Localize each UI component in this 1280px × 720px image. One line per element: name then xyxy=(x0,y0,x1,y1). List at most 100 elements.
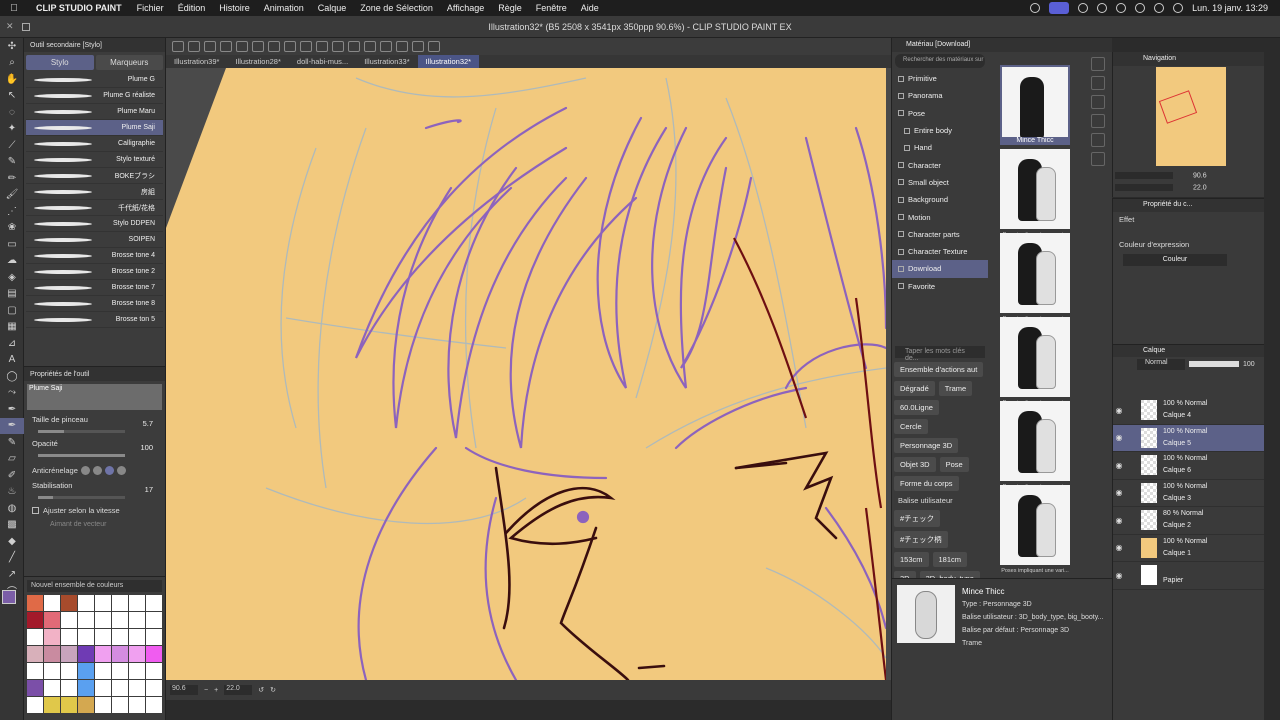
panel-icon-6[interactable] xyxy=(1091,152,1105,166)
color-swatch[interactable] xyxy=(146,595,162,611)
wifi-icon[interactable] xyxy=(1116,3,1127,13)
line-fix-icon[interactable]: ⤳ xyxy=(0,385,24,402)
material-thumbnail[interactable]: Poses impliquant une vari... xyxy=(1000,485,1070,574)
tag-button[interactable]: Forme du corps xyxy=(894,476,959,491)
user-tag-button[interactable]: #チェック柄 xyxy=(894,531,948,548)
move-icon[interactable]: ✣ xyxy=(0,38,24,55)
tag-button[interactable]: 60.0Ligne xyxy=(894,400,939,415)
pen-tool-icon[interactable]: ✒ xyxy=(0,401,24,418)
panel-icon-3[interactable] xyxy=(1091,95,1105,109)
navigator-zoom[interactable]: 90.6 xyxy=(1193,172,1207,179)
tag-button[interactable]: Dégradé xyxy=(894,381,935,396)
search-icon[interactable] xyxy=(1135,3,1146,13)
material-tree-item[interactable]: Motion xyxy=(892,208,988,225)
fill-icon[interactable]: ◈ xyxy=(0,269,24,286)
gradient-icon[interactable]: ▤ xyxy=(0,286,24,303)
tag-button[interactable]: Cercle xyxy=(894,419,928,434)
color-swatch[interactable] xyxy=(78,646,94,662)
app-icon[interactable] xyxy=(172,41,184,52)
menu-fenetre[interactable]: Fenêtre xyxy=(529,3,574,13)
eye-icon[interactable]: ◉ xyxy=(1113,516,1125,525)
stabilization-value[interactable]: 17 xyxy=(145,485,153,494)
color-swatch[interactable] xyxy=(61,697,77,713)
clear-icon[interactable] xyxy=(268,41,280,52)
speed-adjust-row[interactable]: Ajuster selon la vitesse xyxy=(24,503,165,517)
tab-illustration33[interactable]: Illustration33* xyxy=(356,55,417,68)
frame-icon[interactable]: ▦ xyxy=(0,319,24,336)
stabilization-row[interactable]: Stabilisation 17 xyxy=(24,479,165,503)
material-tree-item[interactable]: Small object xyxy=(892,174,988,191)
main-color-swatch[interactable] xyxy=(2,590,16,604)
material-tree-item[interactable]: Character Texture xyxy=(892,243,988,260)
brush-item[interactable]: Calligraphie xyxy=(26,136,163,152)
color-swatch[interactable] xyxy=(61,629,77,645)
material-tree-item[interactable]: Background xyxy=(892,191,988,208)
eye-icon[interactable]: ◉ xyxy=(1113,406,1125,415)
pen-icon[interactable]: ✎ xyxy=(0,154,24,171)
eyedropper-icon[interactable]: ⟋ xyxy=(0,137,24,154)
siri-icon[interactable] xyxy=(1173,3,1184,13)
material-tree-item[interactable]: Character parts xyxy=(892,226,988,243)
menu-animation[interactable]: Animation xyxy=(257,3,311,13)
fill-command-icon[interactable] xyxy=(284,41,296,52)
tab-illustration28[interactable]: Illustration28* xyxy=(227,55,288,68)
eye-icon[interactable]: ◉ xyxy=(1113,433,1125,442)
pencil-icon[interactable]: ✏ xyxy=(0,170,24,187)
menu-fichier[interactable]: Fichier xyxy=(130,3,171,13)
layer-opacity-value[interactable]: 100 xyxy=(1243,361,1255,368)
brush-item[interactable]: SOIPEN xyxy=(26,232,163,248)
navigator-preview[interactable] xyxy=(1156,67,1226,166)
menu-calque[interactable]: Calque xyxy=(311,3,354,13)
lasso-icon[interactable]: ◌ xyxy=(0,104,24,121)
maximize-icon[interactable] xyxy=(22,22,30,31)
color-swatch[interactable] xyxy=(95,629,111,645)
material-thumbnail[interactable]: Mince Thicc xyxy=(1000,65,1070,145)
screen-mirror-icon[interactable] xyxy=(1049,2,1070,14)
brush-item[interactable]: Brosse tone 4 xyxy=(26,248,163,264)
panel-icon-1[interactable] xyxy=(1091,57,1105,71)
pen-alt-icon[interactable]: ✎ xyxy=(0,434,24,451)
material-tree-item[interactable]: Entire body xyxy=(892,122,988,139)
colorset-select[interactable]: Nouvel ensemble de couleurs xyxy=(27,580,162,592)
tag-button[interactable]: Trame xyxy=(938,381,973,396)
brush-item[interactable]: Stylo texturé xyxy=(26,152,163,168)
ink-icon[interactable]: ♨ xyxy=(0,484,24,501)
color-swatch[interactable] xyxy=(112,595,128,611)
brush-item[interactable]: Plume Maru xyxy=(26,104,163,120)
color-swatch[interactable] xyxy=(95,680,111,696)
color-swatch[interactable] xyxy=(112,680,128,696)
brush-item[interactable]: Plume G réaliste xyxy=(26,88,163,104)
navigator-rotation-row[interactable]: 22.0 xyxy=(1115,184,1207,191)
color-swatch[interactable] xyxy=(78,680,94,696)
stabilization-slider[interactable] xyxy=(38,496,125,499)
layer-row[interactable]: ◉ 100 % Normal Calque 1 xyxy=(1113,535,1280,562)
color-swatch[interactable] xyxy=(61,646,77,662)
snap-grid-icon[interactable] xyxy=(380,41,392,52)
layer-row[interactable]: ◉ 100 % Normal Calque 4 xyxy=(1113,397,1280,425)
blend-icon[interactable]: ☁ xyxy=(0,253,24,270)
material-tree-item[interactable]: Pose xyxy=(892,105,988,122)
opacity-row[interactable]: Opacité 100 xyxy=(24,437,165,461)
balloon-icon[interactable]: ◯ xyxy=(0,368,24,385)
ruler-icon[interactable]: ⊿ xyxy=(0,335,24,352)
tab-doll-habi[interactable]: doll-habi-mus... xyxy=(289,55,356,68)
panel-icon-4[interactable] xyxy=(1091,114,1105,128)
material-tree-item[interactable]: Favorite xyxy=(892,278,988,295)
brush-item[interactable]: Plume G xyxy=(26,72,163,88)
menu-edition[interactable]: Édition xyxy=(171,3,213,13)
new-file-icon[interactable] xyxy=(188,41,200,52)
color-swatch[interactable] xyxy=(129,646,145,662)
color-swatch[interactable] xyxy=(78,697,94,713)
color-indicator[interactable] xyxy=(0,588,24,618)
rotation-field[interactable]: 22.0 xyxy=(224,685,253,695)
zoom-icon[interactable]: ⌕ xyxy=(0,55,24,72)
tag-button[interactable]: Pose xyxy=(939,457,969,472)
shape-icon[interactable]: ◆ xyxy=(0,533,24,550)
color-swatch[interactable] xyxy=(27,595,43,611)
eye-icon[interactable]: ◉ xyxy=(1113,461,1125,470)
color-swatch[interactable] xyxy=(129,595,145,611)
group-tab-stylo[interactable]: Stylo xyxy=(26,54,94,70)
tab-illustration39[interactable]: Illustration39* xyxy=(166,55,227,68)
brush-icon[interactable]: 🖌 xyxy=(0,187,24,204)
menu-affichage[interactable]: Affichage xyxy=(440,3,491,13)
